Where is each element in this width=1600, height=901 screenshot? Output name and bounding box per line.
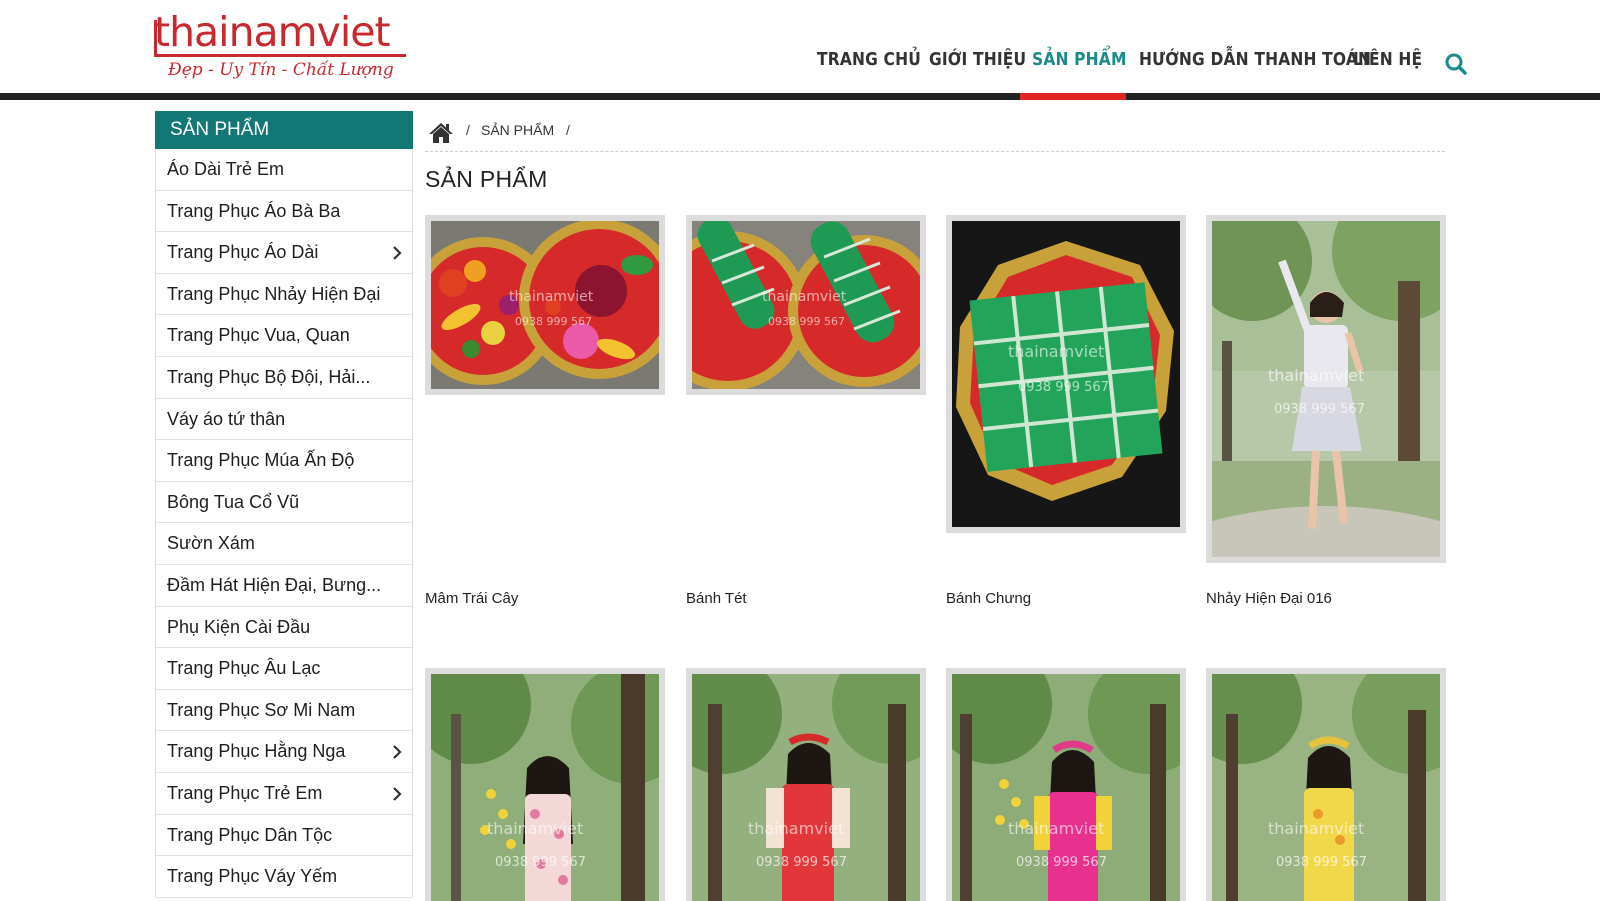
sidebar-item[interactable]: Trang Phục Áo Bà Ba (156, 191, 412, 233)
product-image[interactable]: thainamviet 0938 999 567 (946, 215, 1186, 533)
nav-item-products[interactable]: SẢN PHẨM (1032, 46, 1127, 74)
sidebar-item[interactable]: Trang Phục Vua, Quan (156, 315, 412, 357)
watermark-brand: thainamviet (1008, 819, 1104, 838)
product-image[interactable]: thainamviet 0938 999 567 (425, 668, 665, 901)
nav-item-contact[interactable]: LIÊN HỆ (1353, 46, 1422, 74)
sidebar-item[interactable]: Trang Phục Trẻ Em (156, 773, 412, 815)
sidebar-item[interactable]: Trang Phục Âu Lạc (156, 648, 412, 690)
sidebar-item-label: Bông Tua Cổ Vũ (167, 491, 300, 512)
sidebar-item[interactable]: Trang Phục Hằng Nga (156, 731, 412, 773)
watermark-brand: thainamviet (1268, 819, 1364, 838)
watermark-phone: 0938 999 567 (495, 855, 586, 870)
watermark-phone: 0938 999 567 (1018, 380, 1109, 395)
sidebar-title: SẢN PHẨM (155, 111, 413, 149)
breadcrumb-current[interactable]: SẢN PHẨM (481, 122, 554, 138)
sidebar-item[interactable]: Váy áo tứ thân (156, 399, 412, 441)
sidebar-item[interactable]: Trang Phục Váy Yếm (156, 856, 412, 898)
sidebar-item-label: Váy áo tứ thân (167, 408, 286, 429)
sidebar-item[interactable]: Trang Phục Sơ Mi Nam (156, 690, 412, 732)
sidebar-list: Áo Dài Trẻ Em Trang Phục Áo Bà Ba Trang Ph… (155, 149, 413, 898)
sidebar-item-label: Trang Phục Vua, Quan (167, 325, 350, 346)
sidebar-item-label: Trang Phục Dân Tộc (167, 824, 333, 845)
watermark-phone: 0938 999 567 (756, 855, 847, 870)
sidebar-item[interactable]: Trang Phục Áo Dài (156, 232, 412, 274)
watermark-phone: 0938 999 567 (768, 315, 845, 328)
home-icon[interactable] (428, 122, 454, 144)
watermark-phone: 0938 999 567 (515, 315, 592, 328)
sidebar-item[interactable]: Phụ Kiện Cài Đầu (156, 607, 412, 649)
sidebar-item-label: Trang Phục Hằng Nga (167, 741, 346, 762)
watermark-phone: 0938 999 567 (1016, 855, 1107, 870)
product-image[interactable]: thainamviet 0938 999 567 (1206, 668, 1446, 901)
site-header: thainamviet Đẹp - Uy Tín - Chất Lượng TR… (0, 0, 1600, 100)
product-name[interactable]: Bánh Tét (686, 590, 747, 607)
sidebar-item-label: Trang Phục Âu Lạc (167, 658, 321, 679)
logo-underline (154, 54, 406, 57)
breadcrumb-separator: / (466, 122, 470, 138)
product-image[interactable]: thainamviet 0938 999 567 (425, 215, 665, 395)
sidebar-item-label: Áo Dài Trẻ Em (167, 159, 285, 179)
sidebar-item-label: Trang Phục Trẻ Em (167, 782, 323, 803)
product-name[interactable]: Mâm Trái Cây (425, 590, 518, 607)
logo-wordmark: thainamviet (154, 8, 391, 56)
category-sidebar: SẢN PHẨM Áo Dài Trẻ Em Trang Phục Áo Bà B… (155, 111, 413, 898)
sidebar-item-label: Trang Phục Áo Dài (167, 242, 319, 263)
site-logo[interactable]: thainamviet Đẹp - Uy Tín - Chất Lượng (150, 8, 410, 88)
logo-accent-line (154, 20, 157, 56)
sidebar-item-label: Sườn Xám (167, 533, 255, 554)
sidebar-item-label: Đầm Hát Hiện Đại, Bưng... (167, 574, 382, 595)
sidebar-item-label: Trang Phục Sơ Mi Nam (167, 699, 356, 720)
sidebar-item[interactable]: Áo Dài Trẻ Em (156, 149, 412, 191)
chevron-right-icon[interactable] (392, 731, 402, 772)
logo-slogan: Đẹp - Uy Tín - Chất Lượng (168, 60, 394, 80)
nav-item-payment-guide[interactable]: HƯỚNG DẪN THANH TOÁN (1139, 46, 1371, 74)
product-image[interactable]: thainamviet 0938 999 567 (686, 215, 926, 395)
sidebar-item-label: Trang Phục Múa Ấn Độ (167, 450, 355, 471)
sidebar-item[interactable]: Trang Phục Múa Ấn Độ (156, 440, 412, 482)
watermark-phone: 0938 999 567 (1276, 855, 1367, 870)
product-image[interactable]: thainamviet 0938 999 567 (1206, 215, 1446, 563)
watermark-brand: thainamviet (487, 819, 583, 838)
watermark-brand: thainamviet (509, 289, 594, 305)
page-title: SẢN PHẨM (425, 166, 548, 192)
sidebar-item[interactable]: Sườn Xám (156, 523, 412, 565)
sidebar-item-label: Trang Phục Bộ Đội, Hải... (167, 366, 371, 387)
breadcrumb: / SẢN PHẨM / (425, 118, 1445, 152)
watermark-brand: thainamviet (1268, 366, 1364, 385)
search-icon[interactable] (1444, 52, 1468, 76)
product-name[interactable]: Nhảy Hiện Đại 016 (1206, 590, 1332, 607)
watermark-brand: thainamviet (762, 289, 847, 305)
watermark-brand: thainamviet (1008, 342, 1104, 361)
sidebar-item-label: Trang Phục Áo Bà Ba (167, 200, 341, 221)
sidebar-item[interactable]: Trang Phục Nhảy Hiện Đại (156, 274, 412, 316)
watermark-brand: thainamviet (748, 819, 844, 838)
sidebar-item[interactable]: Trang Phục Bộ Đội, Hải... (156, 357, 412, 399)
product-name[interactable]: Bánh Chưng (946, 590, 1031, 607)
sidebar-item-label: Trang Phục Váy Yếm (167, 866, 338, 887)
nav-item-about[interactable]: GIỚI THIỆU (929, 46, 1026, 74)
sidebar-item-label: Phụ Kiện Cài Đầu (167, 616, 311, 637)
product-image[interactable]: thainamviet 0938 999 567 (946, 668, 1186, 901)
chevron-right-icon[interactable] (392, 773, 402, 814)
sidebar-item[interactable]: Đầm Hát Hiện Đại, Bưng... (156, 565, 412, 607)
watermark-phone: 0938 999 567 (1274, 402, 1365, 417)
sidebar-item[interactable]: Bông Tua Cổ Vũ (156, 482, 412, 524)
nav-item-home[interactable]: TRANG CHỦ (817, 46, 921, 74)
nav-active-indicator (1020, 93, 1126, 100)
chevron-right-icon[interactable] (392, 232, 402, 273)
header-divider (0, 93, 1600, 100)
sidebar-item-label: Trang Phục Nhảy Hiện Đại (167, 283, 381, 304)
sidebar-item[interactable]: Trang Phục Dân Tộc (156, 815, 412, 857)
product-image[interactable]: thainamviet 0938 999 567 (686, 668, 926, 901)
breadcrumb-separator: / (566, 122, 570, 138)
